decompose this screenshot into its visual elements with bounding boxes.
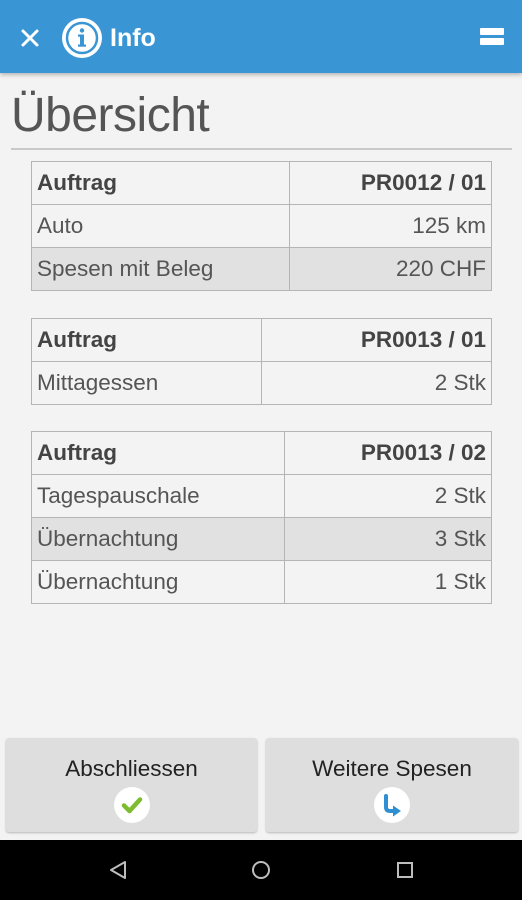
menu-icon[interactable] <box>480 28 504 48</box>
arrow-turn-icon <box>374 787 410 823</box>
back-icon[interactable] <box>106 858 130 882</box>
expense-name: Mittagessen <box>31 361 262 405</box>
app-bar: Info <box>0 0 522 73</box>
page-title: Übersicht <box>11 89 210 142</box>
finish-button[interactable]: Abschliessen <box>6 738 257 832</box>
app-title: Info <box>110 24 156 52</box>
order-number: PR0012 / 01 <box>289 161 492 205</box>
order-label: Auftrag <box>31 318 262 362</box>
expense-row[interactable]: Übernachtung 1 Stk <box>31 560 492 604</box>
order-table: Auftrag PR0013 / 01 Mittagessen 2 Stk <box>31 318 492 405</box>
expense-name: Spesen mit Beleg <box>31 247 290 291</box>
expense-row[interactable]: Mittagessen 2 Stk <box>31 361 492 405</box>
more-expenses-button-label: Weitere Spesen <box>312 756 472 781</box>
order-number: PR0013 / 01 <box>261 318 492 362</box>
order-number: PR0013 / 02 <box>284 431 492 475</box>
expense-name: Tagespauschale <box>31 474 285 518</box>
check-icon <box>113 787 150 823</box>
order-header-row: Auftrag PR0013 / 01 <box>31 318 492 362</box>
expense-row[interactable]: Tagespauschale 2 Stk <box>31 474 492 518</box>
expense-value: 1 Stk <box>284 560 492 604</box>
expense-name: Auto <box>31 204 290 248</box>
order-table: Auftrag PR0013 / 02 Tagespauschale 2 Stk… <box>31 431 492 604</box>
order-label: Auftrag <box>31 431 285 475</box>
expense-name: Übernachtung <box>31 560 285 604</box>
info-icon <box>62 18 102 58</box>
system-nav-bar <box>0 840 522 900</box>
close-icon[interactable] <box>14 22 46 54</box>
expense-row[interactable]: Auto 125 km <box>31 204 492 248</box>
expense-row[interactable]: Übernachtung 3 Stk <box>31 517 492 561</box>
expense-row[interactable]: Spesen mit Beleg 220 CHF <box>31 247 492 291</box>
order-label: Auftrag <box>31 161 290 205</box>
order-header-row: Auftrag PR0012 / 01 <box>31 161 492 205</box>
title-divider <box>11 148 512 150</box>
expense-value: 3 Stk <box>284 517 492 561</box>
expense-value: 2 Stk <box>261 361 492 405</box>
order-table: Auftrag PR0012 / 01 Auto 125 km Spesen m… <box>31 161 492 291</box>
recents-icon[interactable] <box>393 858 417 882</box>
expense-value: 2 Stk <box>284 474 492 518</box>
expense-value: 125 km <box>289 204 492 248</box>
finish-button-label: Abschliessen <box>65 756 198 781</box>
more-expenses-button[interactable]: Weitere Spesen <box>266 738 518 832</box>
order-header-row: Auftrag PR0013 / 02 <box>31 431 492 475</box>
expense-value: 220 CHF <box>289 247 492 291</box>
home-icon[interactable] <box>249 858 273 882</box>
expense-name: Übernachtung <box>31 517 285 561</box>
